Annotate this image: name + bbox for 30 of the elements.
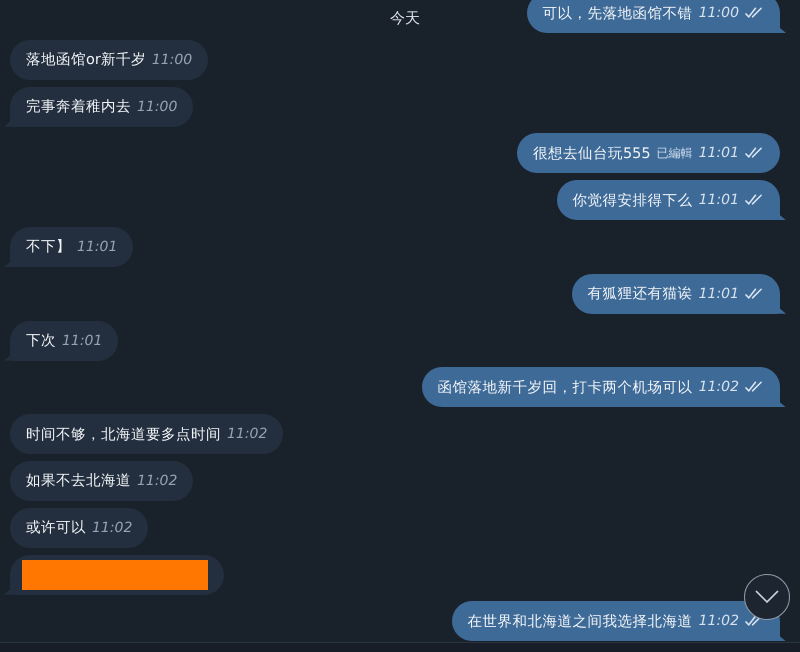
message-text: 时间不够，北海道要多点时间 bbox=[26, 426, 221, 444]
message-text: 落地函馆or新千岁 bbox=[26, 50, 146, 70]
message-text: 或许可以 bbox=[26, 519, 86, 538]
message-time: 11:02 bbox=[698, 379, 739, 396]
edited-label: 已編輯 bbox=[656, 144, 693, 162]
message-time: 11:01 bbox=[77, 238, 118, 255]
message-text: 很想去仙台玩555 bbox=[532, 144, 651, 163]
message-text: 下次 bbox=[26, 332, 56, 350]
message-time: 11:02 bbox=[698, 613, 739, 630]
scroll-down-button[interactable] bbox=[744, 574, 790, 620]
message-text: 在世界和北海道之间我选择北海道 bbox=[468, 612, 693, 631]
message-time: 11:01 bbox=[698, 192, 739, 208]
message-text: 如果不去北海道 bbox=[26, 472, 131, 490]
message-time: 11:02 bbox=[92, 520, 132, 536]
message-text: 完事奔着稚内去 bbox=[26, 98, 131, 116]
message-time: 11:02 bbox=[137, 472, 178, 489]
date-label: 今天 bbox=[390, 9, 420, 28]
message-text: 不下】 bbox=[26, 238, 71, 256]
message-text: 有狐狸还有猫诶 bbox=[588, 285, 693, 304]
chevron-down-icon bbox=[754, 590, 780, 604]
message-time: 11:01 bbox=[698, 145, 739, 162]
message-time: 11:01 bbox=[698, 286, 739, 302]
message-text: 函馆落地新千岁回，打卡两个机场可以 bbox=[438, 378, 693, 397]
message-text: 你觉得安排得下么 bbox=[572, 192, 693, 210]
message-time: 11:02 bbox=[227, 426, 268, 442]
message-text: 可以，先落地函馆不错 bbox=[542, 4, 693, 22]
message-time: 11:01 bbox=[62, 332, 102, 349]
message-time: 11:00 bbox=[698, 5, 739, 21]
message-time: 11:00 bbox=[137, 98, 178, 115]
message-time: 11:00 bbox=[152, 52, 192, 68]
